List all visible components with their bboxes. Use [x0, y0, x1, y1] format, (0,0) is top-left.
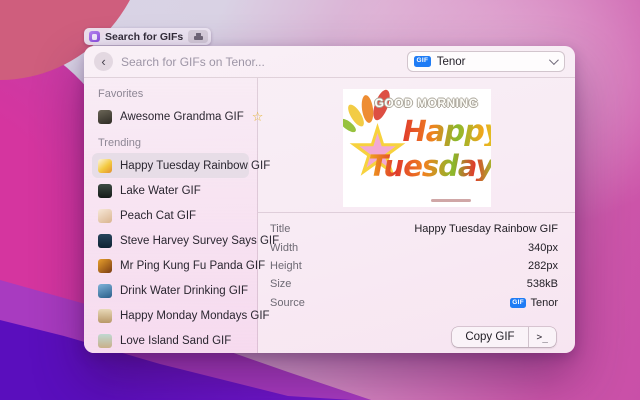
- chevron-left-icon: ‹: [101, 55, 105, 68]
- gif-preview-image: GOOD MORNING Happy Tuesday: [343, 89, 491, 207]
- detail-row-size: Size 538kB: [270, 275, 558, 293]
- gif-good-morning-text: GOOD MORNING: [365, 96, 489, 110]
- window-body: Favorites Awesome Grandma GIF ☆ Trending…: [84, 78, 575, 353]
- gif-thumbnail: [98, 159, 112, 173]
- search-input[interactable]: [121, 55, 399, 69]
- gif-thumbnail: [98, 259, 112, 273]
- detail-row-source: Source GIF Tenor: [270, 294, 558, 312]
- print-button[interactable]: [188, 30, 208, 43]
- list-item-mr-ping[interactable]: Mr Ping Kung Fu Panda GIF: [92, 253, 249, 278]
- gif-badge-icon: GIF: [510, 298, 527, 309]
- list-item-drink-water[interactable]: Drink Water Drinking GIF: [92, 278, 249, 303]
- list-item-steve-harvey[interactable]: Steve Harvey Survey Says GIF: [92, 228, 249, 253]
- terminal-button[interactable]: >_: [529, 327, 556, 347]
- gif-thumbnail: [98, 110, 112, 124]
- list-item-lake-water[interactable]: Lake Water GIF: [92, 178, 249, 203]
- detail-panel: GOOD MORNING Happy Tuesday Title Happy T…: [258, 78, 575, 353]
- chevron-down-icon: [549, 55, 559, 65]
- gif-tuesday-text: Tuesday: [369, 152, 491, 181]
- list-item-label: Drink Water Drinking GIF: [120, 285, 248, 297]
- gif-shortcut-icon: [89, 31, 100, 42]
- shortcut-pill-label: Search for GIFs: [105, 31, 183, 43]
- copy-gif-button[interactable]: Copy GIF: [452, 327, 527, 347]
- gif-thumbnail: [98, 334, 112, 348]
- list-item-awesome-grandma[interactable]: Awesome Grandma GIF ☆: [92, 104, 249, 129]
- gif-thumbnail: [98, 184, 112, 198]
- list-item-label: Awesome Grandma GIF: [120, 111, 244, 123]
- sidebar: Favorites Awesome Grandma GIF ☆ Trending…: [84, 78, 258, 353]
- back-button[interactable]: ‹: [94, 52, 113, 71]
- list-item-happy-monday[interactable]: Happy Monday Mondays GIF: [92, 303, 249, 328]
- list-item-label: Mr Ping Kung Fu Panda GIF: [120, 260, 265, 272]
- list-item-label: Happy Monday Mondays GIF: [120, 310, 270, 322]
- source-value: GIF Tenor: [510, 297, 558, 309]
- watermark: [431, 199, 471, 202]
- action-buttons: Copy GIF >_: [452, 327, 556, 347]
- list-item-peach-cat[interactable]: Peach Cat GIF: [92, 203, 249, 228]
- gif-thumbnail: [98, 234, 112, 248]
- gif-thumbnail: [98, 209, 112, 223]
- gif-details-table: Title Happy Tuesday Rainbow GIF Width 34…: [258, 213, 575, 312]
- preview-area: GOOD MORNING Happy Tuesday: [258, 78, 575, 213]
- gif-thumbnail: [98, 309, 112, 323]
- terminal-prompt-icon: >_: [537, 332, 548, 343]
- provider-label: Tenor: [437, 56, 543, 68]
- list-item-label: Steve Harvey Survey Says GIF: [120, 235, 279, 247]
- gif-thumbnail: [98, 284, 112, 298]
- list-item-label: Happy Tuesday Rainbow GIF: [120, 160, 270, 172]
- list-item-love-island[interactable]: Love Island Sand GIF: [92, 328, 249, 353]
- list-item-label: Lake Water GIF: [120, 185, 201, 197]
- shortcut-pill[interactable]: Search for GIFs: [84, 28, 211, 45]
- trending-section-title: Trending: [98, 137, 243, 149]
- gif-badge-icon: GIF: [414, 56, 431, 67]
- detail-row-height: Height 282px: [270, 257, 558, 275]
- list-item-happy-tuesday[interactable]: Happy Tuesday Rainbow GIF: [92, 153, 249, 178]
- detail-row-title: Title Happy Tuesday Rainbow GIF: [270, 220, 558, 238]
- printer-icon: [194, 33, 203, 41]
- provider-select[interactable]: GIF Tenor: [407, 51, 565, 72]
- list-item-label: Love Island Sand GIF: [120, 335, 231, 347]
- gif-search-window: ‹ GIF Tenor Favorites Awesome Grandma GI…: [84, 46, 575, 353]
- favorites-section-title: Favorites: [98, 88, 243, 100]
- list-item-label: Peach Cat GIF: [120, 210, 196, 222]
- search-bar: ‹ GIF Tenor: [84, 46, 575, 78]
- gif-happy-text: Happy: [403, 117, 491, 146]
- detail-row-width: Width 340px: [270, 238, 558, 256]
